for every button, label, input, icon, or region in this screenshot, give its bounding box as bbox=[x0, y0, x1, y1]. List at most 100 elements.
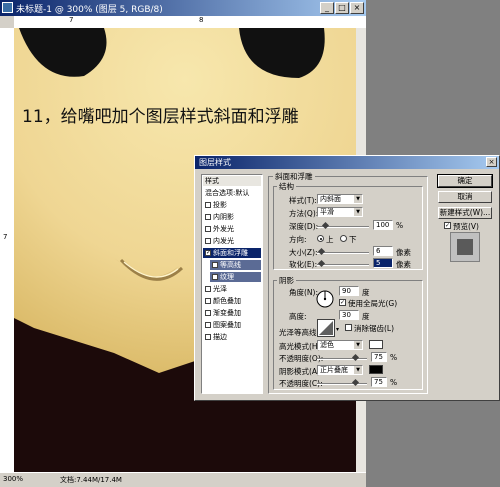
effect-label: 描边 bbox=[213, 333, 227, 341]
effect-item-gradient-overlay[interactable]: 渐变叠加 bbox=[203, 308, 261, 318]
direction-down-label: 下 bbox=[349, 235, 357, 244]
effect-item-inner-glow[interactable]: 内发光 bbox=[203, 236, 261, 246]
depth-unit: % bbox=[396, 221, 404, 230]
ok-button[interactable]: 确定 bbox=[437, 174, 493, 188]
altitude-label: 高度: bbox=[289, 312, 307, 321]
structure-title: 结构 bbox=[277, 181, 296, 192]
technique-select[interactable]: 平滑 ▼ bbox=[317, 207, 363, 217]
style-preview-thumbnail bbox=[450, 232, 480, 262]
checkbox[interactable] bbox=[212, 274, 218, 280]
highlight-opacity-input[interactable]: 75 bbox=[371, 352, 387, 362]
minimize-button[interactable]: _ bbox=[320, 2, 334, 14]
global-light-checkbox[interactable]: ✓ bbox=[339, 299, 346, 306]
soften-label: 软化(E): bbox=[289, 260, 318, 269]
blend-options-item[interactable]: 混合选项:默认 bbox=[203, 188, 261, 198]
size-unit: 像素 bbox=[396, 248, 411, 257]
checkbox[interactable] bbox=[212, 262, 218, 268]
angle-input[interactable]: 90 bbox=[339, 286, 359, 296]
highlight-opacity-slider[interactable] bbox=[317, 358, 367, 360]
layer-style-dialog: 图层样式 × 样式 混合选项:默认 投影 内阴影 外发光 内发光 ✓ 斜面和浮雕 … bbox=[194, 155, 500, 401]
effect-item-drop-shadow[interactable]: 投影 bbox=[203, 200, 261, 210]
effect-item-outer-glow[interactable]: 外发光 bbox=[203, 224, 261, 234]
preview-swatch bbox=[457, 239, 473, 255]
ruler-tick-label: 7 bbox=[3, 233, 8, 241]
highlight-color-swatch[interactable] bbox=[369, 340, 383, 349]
effect-item-satin[interactable]: 光泽 bbox=[203, 284, 261, 294]
effect-item-texture[interactable]: 纹理 bbox=[210, 272, 261, 282]
soften-slider[interactable] bbox=[317, 264, 369, 266]
checkbox[interactable] bbox=[205, 202, 211, 208]
shadow-opacity-slider[interactable] bbox=[317, 383, 367, 385]
preview-label: 预览(V) bbox=[453, 222, 479, 231]
direction-down-radio[interactable] bbox=[340, 235, 347, 242]
effect-label: 外发光 bbox=[213, 225, 234, 233]
checkbox[interactable] bbox=[205, 334, 211, 340]
chevron-down-icon: ▼ bbox=[354, 366, 362, 374]
blend-options-label: 混合选项:默认 bbox=[205, 189, 250, 197]
antialias-checkbox[interactable] bbox=[345, 324, 352, 331]
checkbox[interactable] bbox=[205, 226, 211, 232]
style-select[interactable]: 内斜面 ▼ bbox=[317, 194, 363, 204]
shadow-mode-select[interactable]: 正片叠底 ▼ bbox=[317, 365, 363, 375]
size-input[interactable]: 6 bbox=[373, 246, 393, 256]
size-slider[interactable] bbox=[317, 252, 369, 254]
style-label: 样式(T): bbox=[289, 196, 317, 205]
checkbox[interactable] bbox=[205, 214, 211, 220]
cancel-button[interactable]: 取消 bbox=[438, 191, 492, 203]
style-select-value: 内斜面 bbox=[320, 195, 341, 203]
maximize-button[interactable]: □ bbox=[335, 2, 349, 14]
effect-item-stroke[interactable]: 描边 bbox=[203, 332, 261, 342]
checkbox[interactable] bbox=[205, 322, 211, 328]
angle-label: 角度(N): bbox=[289, 288, 318, 297]
styles-header[interactable]: 样式 bbox=[203, 176, 261, 186]
highlight-mode-select[interactable]: 滤色 ▼ bbox=[317, 340, 363, 350]
svg-text:▾: ▾ bbox=[336, 326, 339, 333]
effect-label: 纹理 bbox=[220, 273, 234, 281]
effect-label: 斜面和浮雕 bbox=[213, 249, 248, 257]
preview-checkbox[interactable]: ✓ bbox=[444, 222, 451, 229]
effect-item-inner-shadow[interactable]: 内阴影 bbox=[203, 212, 261, 222]
effect-item-color-overlay[interactable]: 颜色叠加 bbox=[203, 296, 261, 306]
highlight-mode-value: 滤色 bbox=[320, 341, 334, 349]
ruler-tick-label: 8 bbox=[199, 16, 204, 24]
antialias-label: 消除锯齿(L) bbox=[354, 324, 395, 333]
chevron-down-icon: ▼ bbox=[354, 195, 362, 203]
checkbox-checked[interactable]: ✓ bbox=[205, 250, 211, 256]
effect-label: 图案叠加 bbox=[213, 321, 241, 329]
depth-input[interactable]: 100 bbox=[373, 220, 393, 230]
soften-input[interactable]: 5 bbox=[373, 258, 393, 268]
style-list: 样式 混合选项:默认 投影 内阴影 外发光 内发光 ✓ 斜面和浮雕 等高线 纹理 … bbox=[201, 174, 263, 394]
dialog-close-button[interactable]: × bbox=[486, 157, 497, 167]
document-title: 未标题-1 @ 300% (图层 5, RGB/8) bbox=[16, 5, 163, 15]
gloss-contour-picker[interactable]: ▾ bbox=[317, 319, 339, 337]
tutorial-caption: 11，给嘴吧加个图层样式斜面和浮雕 bbox=[22, 107, 299, 127]
shading-title: 阴影 bbox=[277, 275, 296, 286]
vertical-ruler: 7 bbox=[0, 28, 15, 472]
effect-item-contour[interactable]: 等高线 bbox=[210, 260, 261, 270]
depth-label: 深度(D): bbox=[289, 222, 319, 231]
angle-dial-icon[interactable] bbox=[316, 290, 334, 308]
effect-item-pattern-overlay[interactable]: 图案叠加 bbox=[203, 320, 261, 330]
shadow-color-swatch[interactable] bbox=[369, 365, 383, 374]
highlight-opacity-unit: % bbox=[390, 353, 398, 362]
zoom-level[interactable]: 300% bbox=[3, 475, 23, 483]
dialog-titlebar[interactable]: 图层样式 × bbox=[195, 156, 499, 169]
effect-label: 渐变叠加 bbox=[213, 309, 241, 317]
altitude-input[interactable]: 30 bbox=[339, 310, 359, 320]
direction-up-radio[interactable] bbox=[317, 235, 324, 242]
document-size: 文档:7.44M/17.4M bbox=[60, 476, 122, 484]
effect-label: 投影 bbox=[213, 201, 227, 209]
technique-label: 方法(Q): bbox=[289, 209, 319, 218]
effect-item-bevel-emboss[interactable]: ✓ 斜面和浮雕 bbox=[203, 248, 261, 258]
document-titlebar[interactable]: 未标题-1 @ 300% (图层 5, RGB/8) _ □ × bbox=[0, 0, 366, 16]
checkbox[interactable] bbox=[205, 310, 211, 316]
status-bar: 300% 文档:7.44M/17.4M bbox=[0, 472, 366, 487]
shadow-opacity-unit: % bbox=[390, 378, 398, 387]
size-label: 大小(Z): bbox=[289, 248, 318, 257]
shadow-opacity-input[interactable]: 75 bbox=[371, 377, 387, 387]
new-style-button[interactable]: 新建样式(W)... bbox=[438, 207, 492, 219]
close-button[interactable]: × bbox=[350, 2, 364, 14]
checkbox[interactable] bbox=[205, 286, 211, 292]
checkbox[interactable] bbox=[205, 238, 211, 244]
checkbox[interactable] bbox=[205, 298, 211, 304]
